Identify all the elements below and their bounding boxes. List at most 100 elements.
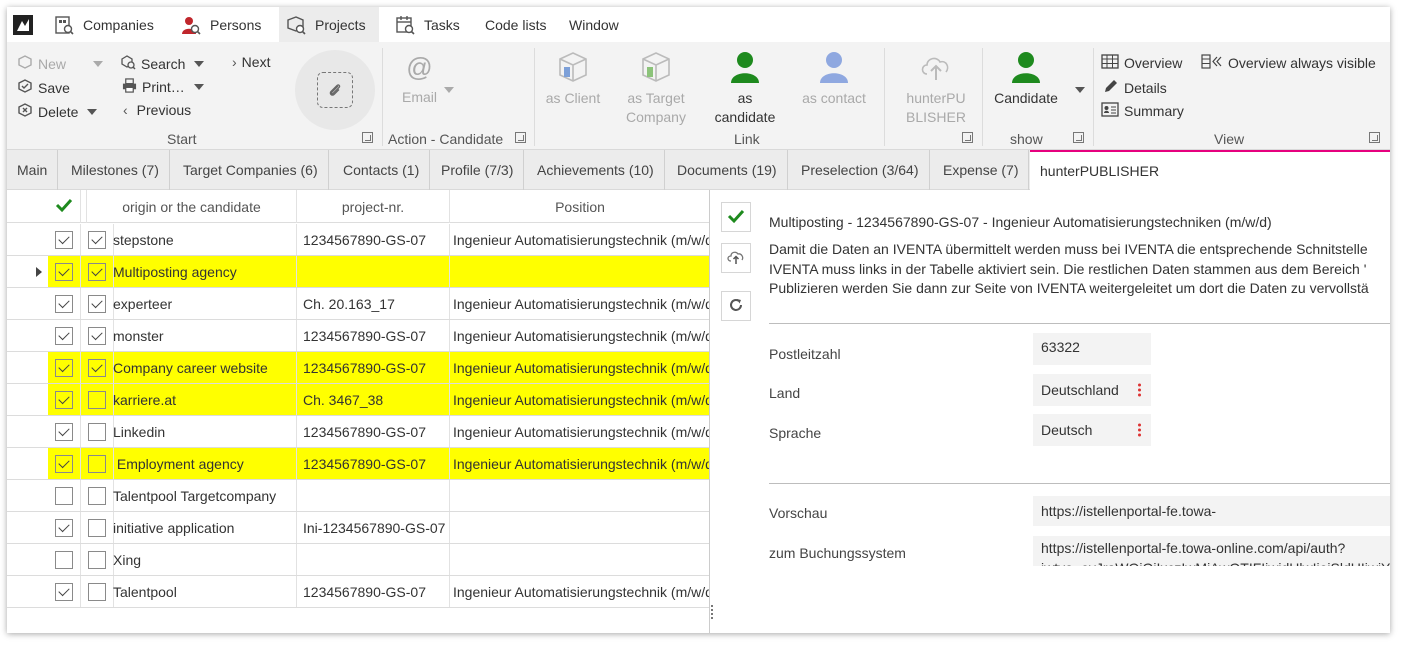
position-cell[interactable]: Ingenieur Automatisierungstechnik (m/w/d… (450, 448, 709, 479)
position-cell[interactable]: Ingenieur Automatisierungstechnik (m/w/d… (450, 576, 709, 607)
next-button[interactable]: › Next (232, 54, 270, 70)
new-button[interactable]: New (17, 54, 104, 73)
row-check-active[interactable] (48, 480, 81, 511)
attachment-button[interactable] (295, 50, 375, 130)
tab-documents[interactable]: Documents (19) (667, 150, 788, 190)
show-dropdown-icon[interactable] (1075, 87, 1085, 93)
tab-achievements[interactable]: Achievements (10) (527, 150, 665, 190)
table-row[interactable]: Talentpool 1234567890-GS-07 Ingenieur Auto… (7, 576, 709, 608)
row-check-publish[interactable] (81, 352, 114, 383)
row-check-active[interactable] (48, 320, 81, 351)
origin-cell[interactable]: stepstone (113, 224, 297, 255)
checkbox[interactable] (88, 582, 106, 601)
action-group-launcher-icon[interactable] (515, 132, 526, 143)
project-nr-cell[interactable]: Ch. 3467_38 (297, 384, 450, 415)
position-cell[interactable]: Ingenieur Automatisierungstechnik (m/w/d… (450, 224, 709, 255)
publisher-group-launcher-icon[interactable] (962, 132, 973, 143)
menu-tasks[interactable]: Tasks (388, 7, 466, 42)
position-cell[interactable] (450, 256, 709, 287)
project-nr-cell[interactable]: Ini-1234567890-GS-07 (297, 512, 450, 543)
link-as-target-button[interactable]: as Target Company (619, 50, 693, 127)
view-group-launcher-icon[interactable] (1369, 132, 1380, 143)
checkbox[interactable] (55, 422, 73, 441)
more-options-icon[interactable] (1138, 423, 1141, 437)
tab-milestones[interactable]: Milestones (7) (61, 150, 170, 190)
row-check-publish[interactable] (81, 256, 114, 287)
checkbox[interactable] (55, 582, 73, 601)
checkbox[interactable] (88, 358, 106, 377)
origin-cell[interactable]: Multiposting agency (113, 256, 297, 287)
confirm-button[interactable] (721, 202, 751, 232)
table-row[interactable]: karriere.at Ch. 3467_38 Ingenieur Automati… (7, 384, 709, 416)
position-cell[interactable]: Ingenieur Automatisierungstechnik (m/w/d… (450, 416, 709, 447)
checkbox[interactable] (55, 550, 73, 569)
checkbox[interactable] (55, 454, 73, 473)
checkbox[interactable] (88, 486, 106, 505)
checkbox[interactable] (55, 358, 73, 377)
postleitzahl-field[interactable]: 63322 (1033, 333, 1151, 365)
origin-cell[interactable]: Xing (113, 544, 297, 575)
checkbox[interactable] (55, 390, 73, 409)
row-check-publish[interactable] (81, 576, 114, 607)
position-cell[interactable] (450, 544, 709, 575)
project-nr-cell[interactable] (297, 256, 450, 287)
position-cell[interactable] (450, 512, 709, 543)
row-check-active[interactable] (48, 352, 81, 383)
origin-cell[interactable]: monster (113, 320, 297, 351)
position-cell[interactable]: Ingenieur Automatisierungstechnik (m/w/d… (450, 384, 709, 415)
tab-expense[interactable]: Expense (7) (933, 150, 1030, 190)
hunterpublisher-button[interactable]: hunterPU BLISHER (897, 50, 975, 127)
menu-projects[interactable]: Projects (279, 7, 379, 42)
origin-cell[interactable]: initiative application (113, 512, 297, 543)
project-nr-cell[interactable]: 1234567890-GS-07 (297, 224, 450, 255)
delete-dropdown-icon[interactable] (87, 108, 98, 115)
more-options-icon[interactable] (1138, 383, 1141, 397)
row-check-active[interactable] (48, 512, 81, 543)
tab-hunterpublisher[interactable]: hunterPUBLISHER (1030, 150, 1390, 190)
tab-contacts[interactable]: Contacts (1) (333, 150, 431, 190)
row-check-active[interactable] (48, 256, 81, 287)
checkbox[interactable] (88, 230, 106, 249)
origin-cell[interactable]: experteer (113, 288, 297, 319)
checkbox[interactable] (55, 294, 73, 313)
checkbox[interactable] (88, 550, 106, 569)
email-dropdown-icon[interactable] (444, 87, 454, 93)
origin-cell[interactable]: Talentpool Targetcompany (113, 480, 297, 511)
project-nr-cell[interactable]: 1234567890-GS-07 (297, 320, 450, 351)
row-check-publish[interactable] (81, 320, 114, 351)
checkbox[interactable] (55, 518, 73, 537)
row-check-publish[interactable] (81, 480, 114, 511)
checkbox[interactable] (55, 486, 73, 505)
origin-cell[interactable]: Employment agency (113, 448, 297, 479)
buchungssystem-link[interactable]: https://istellenportal-fe.towa-online.co… (1033, 536, 1390, 566)
previous-button[interactable]: ‹ Previous (123, 102, 191, 118)
menu-companies[interactable]: Companies (47, 7, 160, 42)
position-cell[interactable] (450, 480, 709, 511)
row-check-publish[interactable] (81, 384, 114, 415)
row-check-active[interactable] (48, 288, 81, 319)
checkbox[interactable] (88, 518, 106, 537)
show-candidate-button[interactable]: Candidate (989, 50, 1063, 108)
table-row[interactable]: stepstone 1234567890-GS-07 Ingenieur Autom… (7, 224, 709, 256)
table-row[interactable]: monster 1234567890-GS-07 Ingenieur Automat… (7, 320, 709, 352)
table-row[interactable]: Talentpool Targetcompany (7, 480, 709, 512)
row-check-active[interactable] (48, 384, 81, 415)
link-as-candidate-button[interactable]: as candidate (707, 50, 783, 127)
table-row[interactable]: Linkedin 1234567890-GS-07 Ingenieur Automa… (7, 416, 709, 448)
row-check-active[interactable] (48, 416, 81, 447)
checkbox[interactable] (55, 326, 73, 345)
email-button[interactable]: @ Email (392, 52, 447, 107)
checkbox[interactable] (55, 262, 73, 281)
overview-button[interactable]: Overview (1101, 54, 1182, 72)
header-check-all[interactable] (48, 190, 81, 223)
tab-profile[interactable]: Profile (7/3) (431, 150, 525, 190)
tab-main[interactable]: Main (7, 150, 59, 190)
save-button[interactable]: Save (17, 78, 70, 97)
row-check-active[interactable] (48, 224, 81, 255)
link-as-client-button[interactable]: as Client (539, 50, 607, 108)
origin-cell[interactable]: Linkedin (113, 416, 297, 447)
sprache-select[interactable]: Deutsch (1033, 414, 1151, 446)
project-nr-cell[interactable] (297, 544, 450, 575)
project-nr-cell[interactable]: 1234567890-GS-07 (297, 416, 450, 447)
print-dropdown-icon[interactable] (193, 84, 204, 90)
